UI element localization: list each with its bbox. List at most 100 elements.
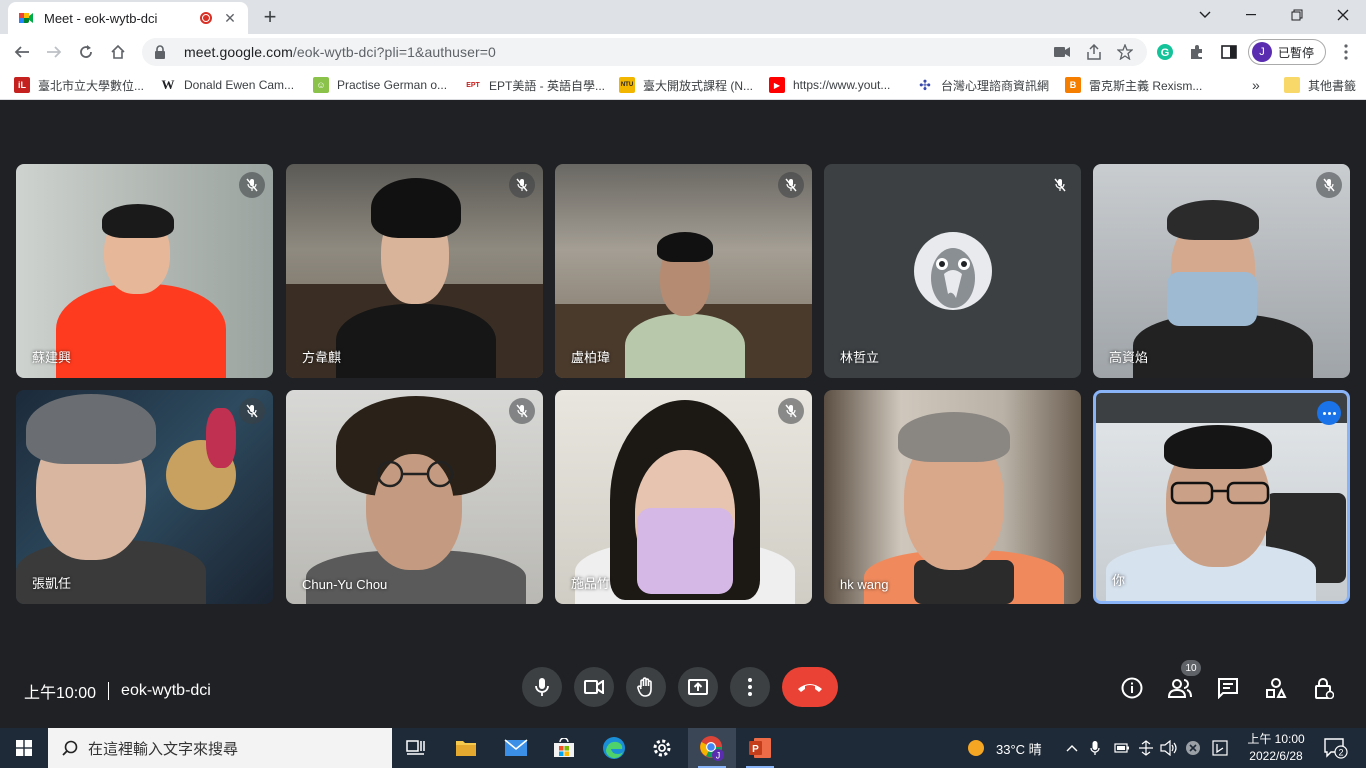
people-icon[interactable]: [1167, 675, 1193, 701]
participant-tile[interactable]: 施品竹: [555, 390, 812, 604]
microphone-icon: [535, 678, 549, 696]
mic-off-icon: [239, 172, 265, 198]
bookmark-item[interactable]: iL 臺北市立大學數位...: [14, 76, 144, 94]
grammarly-extension-icon[interactable]: G: [1155, 42, 1175, 62]
file-explorer-button[interactable]: [442, 728, 490, 768]
participant-name: 林哲立: [840, 350, 880, 365]
youtube-icon: ▶: [769, 77, 785, 93]
bookmark-counseling-icon: ✣: [919, 76, 931, 93]
self-view-tile[interactable]: 你: [1093, 390, 1350, 604]
participant-tile[interactable]: 林哲立: [824, 164, 1081, 378]
mic-off-icon: [239, 398, 265, 424]
participant-tile[interactable]: Chun-Yu Chou: [286, 390, 543, 604]
input-method-icon[interactable]: [1212, 728, 1228, 768]
reload-button[interactable]: [74, 40, 98, 64]
bookmark-item[interactable]: B 雷克斯主義 Rexism...: [1065, 76, 1202, 94]
activities-icon[interactable]: [1263, 675, 1289, 701]
participant-name: 張凱任: [32, 576, 72, 591]
forward-button[interactable]: [42, 40, 66, 64]
new-tab-button[interactable]: +: [258, 5, 282, 29]
taskbar-search-box[interactable]: 在這裡輸入文字來搜尋: [48, 728, 392, 768]
tab-close-icon[interactable]: ✕: [222, 10, 238, 27]
tray-microphone-icon[interactable]: [1090, 728, 1100, 768]
participant-tile[interactable]: 方韋麒: [286, 164, 543, 378]
settings-button[interactable]: [638, 728, 686, 768]
mail-button[interactable]: [492, 728, 540, 768]
mic-off-icon: [1047, 172, 1073, 198]
bookmarks-overflow-button[interactable]: »: [1252, 76, 1260, 94]
clock-time: 上午 10:00: [1247, 732, 1305, 746]
meeting-time: 上午10:00: [24, 685, 97, 702]
chrome-taskbar-button[interactable]: J: [688, 728, 736, 768]
participant-tile[interactable]: 張凱任: [16, 390, 273, 604]
more-options-icon[interactable]: [1317, 401, 1341, 425]
folder-icon: [1284, 77, 1300, 93]
participant-tile[interactable]: 高資焰: [1093, 164, 1350, 378]
browser-tab[interactable]: Meet - eok-wytb-dci ✕: [8, 2, 248, 34]
camera-button[interactable]: [574, 667, 614, 707]
back-button[interactable]: [10, 40, 34, 64]
task-view-button[interactable]: [392, 728, 440, 768]
search-icon: [62, 740, 78, 756]
gear-icon: [653, 739, 671, 757]
windows-start-button[interactable]: [0, 728, 48, 768]
chrome-icon: J: [700, 736, 724, 761]
bookmark-item[interactable]: EPT EPT美語 - 英語自學...: [465, 76, 605, 94]
address-bar[interactable]: meet.google.com/eok-wytb-dci?pli=1&authu…: [142, 38, 1147, 66]
microphone-button[interactable]: [522, 667, 562, 707]
camera-in-use-icon[interactable]: [1052, 42, 1072, 62]
meeting-info-icon[interactable]: [1119, 675, 1145, 701]
notification-blocked-icon[interactable]: [1185, 728, 1201, 768]
raise-hand-button[interactable]: [626, 667, 666, 707]
browser-menu-icon[interactable]: [1336, 42, 1356, 62]
participant-tile[interactable]: 蘇建興: [16, 164, 273, 378]
close-window-button[interactable]: [1320, 0, 1366, 30]
bookmark-star-icon[interactable]: [1115, 42, 1135, 62]
weather-widget[interactable]: 33°C 晴: [966, 728, 1042, 768]
network-icon[interactable]: [1138, 728, 1154, 768]
tab-search-chevron-icon[interactable]: [1182, 0, 1228, 30]
leave-call-button[interactable]: [782, 667, 838, 707]
share-icon[interactable]: [1084, 42, 1104, 62]
bookmark-item[interactable]: ✣ 台灣心理諮商資訊網: [917, 76, 1049, 94]
svg-text:2: 2: [1338, 748, 1343, 758]
bookmark-item[interactable]: W Donald Ewen Cam...: [160, 76, 295, 94]
bookmark-item[interactable]: NTU 臺大開放式課程 (N...: [619, 76, 753, 94]
battery-icon[interactable]: [1114, 728, 1130, 768]
search-placeholder: 在這裡輸入文字來搜尋: [88, 740, 239, 758]
bookmark-item[interactable]: ▶ https://www.yout...: [769, 76, 890, 94]
taskbar-clock[interactable]: 上午 10:00 2022/6/28: [1240, 731, 1312, 765]
restore-button[interactable]: [1274, 0, 1320, 30]
glasses: [366, 460, 464, 488]
svg-text:G: G: [1161, 47, 1170, 59]
store-icon: [554, 738, 574, 757]
microsoft-store-button[interactable]: [540, 728, 588, 768]
present-screen-button[interactable]: [678, 667, 718, 707]
bookmark-item[interactable]: ☺ Practise German o...: [313, 76, 447, 94]
meeting-details: 上午10:00 eok-wytb-dci: [24, 679, 211, 703]
chat-icon[interactable]: [1215, 675, 1241, 701]
participant-tile[interactable]: hk wang: [824, 390, 1081, 604]
participant-name: Chun-Yu Chou: [302, 577, 388, 592]
action-center-button[interactable]: 2: [1324, 728, 1348, 768]
chevron-up-icon: [1066, 745, 1078, 752]
mic-off-icon: [509, 172, 535, 198]
participant-count-badge: 10: [1181, 660, 1201, 676]
other-bookmarks-folder[interactable]: 其他書籤: [1284, 76, 1356, 94]
extensions-puzzle-icon[interactable]: [1187, 42, 1207, 62]
meet-favicon-icon: [18, 10, 34, 26]
profile-button[interactable]: J 已暫停: [1248, 39, 1326, 65]
volume-icon[interactable]: [1160, 728, 1178, 768]
more-options-button[interactable]: [730, 667, 770, 707]
avatar: J: [1252, 42, 1272, 62]
edge-browser-button[interactable]: [590, 728, 638, 768]
show-hidden-icons-button[interactable]: [1066, 728, 1078, 768]
host-controls-icon[interactable]: [1311, 675, 1337, 701]
side-panel-icon[interactable]: [1219, 42, 1239, 62]
participant-tile[interactable]: 盧柏瑋: [555, 164, 812, 378]
mail-icon: [504, 739, 528, 756]
face-mask: [637, 508, 733, 594]
minimize-button[interactable]: [1228, 0, 1274, 30]
home-button[interactable]: [106, 40, 130, 64]
powerpoint-button[interactable]: P: [736, 728, 784, 768]
